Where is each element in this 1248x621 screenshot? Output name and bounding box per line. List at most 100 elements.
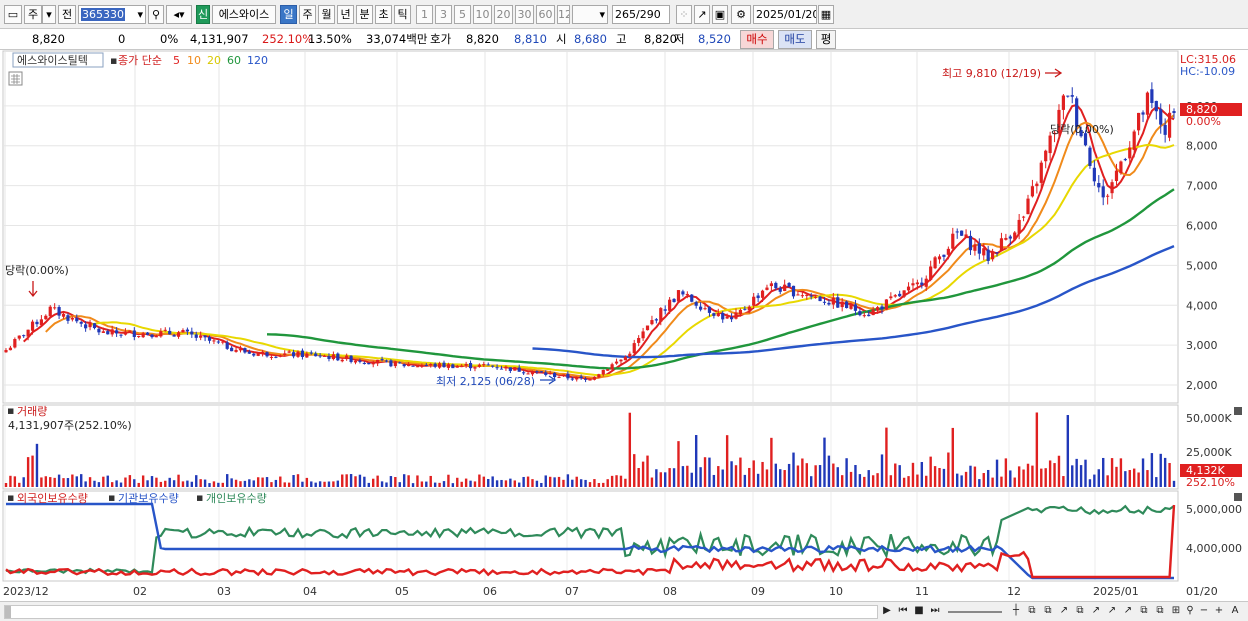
horizontal-scrollbar[interactable] xyxy=(4,605,878,619)
volume-bar xyxy=(681,466,685,487)
tab-second[interactable]: 초 xyxy=(375,5,392,24)
calendar-icon[interactable]: ▦ xyxy=(818,5,834,24)
search-icon[interactable]: ⚲ xyxy=(1184,604,1196,618)
copy-icon[interactable]: ⧉ xyxy=(1138,604,1150,618)
candle-body xyxy=(668,299,672,311)
prev-button[interactable]: 전 xyxy=(58,5,76,24)
layout-icon[interactable]: ▭ xyxy=(4,5,22,24)
candle-body xyxy=(681,291,685,295)
interval-120[interactable]: 120 xyxy=(557,5,570,24)
interval-60[interactable]: 60 xyxy=(536,5,555,24)
buy-button[interactable]: 매수 xyxy=(740,30,774,49)
scroll-thumb[interactable] xyxy=(5,606,11,618)
interval-custom[interactable]: ▾ xyxy=(572,5,608,24)
interval-20[interactable]: 20 xyxy=(494,5,513,24)
volume-bar xyxy=(181,481,185,487)
candle-body xyxy=(190,331,194,335)
dots-icon[interactable]: ⁘ xyxy=(676,5,692,24)
candle-body xyxy=(331,354,335,360)
code-input[interactable]: 365330 ▾ xyxy=(78,5,146,24)
candle-body xyxy=(1008,236,1012,239)
count-field[interactable]: 265/290 xyxy=(612,5,670,24)
candle-body xyxy=(1066,95,1070,97)
volume-bar xyxy=(947,452,950,487)
tab-month[interactable]: 월 xyxy=(318,5,335,24)
close-icon[interactable] xyxy=(1234,493,1242,501)
zoom-in-icon[interactable]: + xyxy=(1213,604,1225,618)
table-icon[interactable] xyxy=(8,71,23,86)
zoom-slider[interactable] xyxy=(948,604,1002,618)
volume-bar xyxy=(1084,459,1087,487)
copy-icon[interactable]: ⧉ xyxy=(1026,604,1038,618)
last-icon[interactable]: ⏭ xyxy=(928,604,942,618)
trend-icon[interactable]: ↗ xyxy=(1058,604,1070,618)
volume-bar xyxy=(137,482,140,487)
tab-year[interactable]: 년 xyxy=(337,5,354,24)
volume-bar xyxy=(40,477,43,487)
volume-bar xyxy=(1159,453,1162,487)
period-type-select[interactable]: 주 xyxy=(24,5,42,24)
play-icon[interactable]: ▶ xyxy=(880,604,894,618)
volume-bar xyxy=(1057,455,1061,487)
trend-icon[interactable]: ↗ xyxy=(1090,604,1102,618)
first-icon[interactable]: ⏮ xyxy=(896,604,910,618)
trend-icon[interactable]: ↗ xyxy=(1122,604,1134,618)
candle-body xyxy=(566,373,570,379)
fit-icon[interactable]: ⊞ xyxy=(1170,604,1182,618)
candle-body xyxy=(964,234,968,237)
tab-week[interactable]: 주 xyxy=(299,5,316,24)
interval-5[interactable]: 5 xyxy=(454,5,471,24)
candle-body xyxy=(650,320,654,325)
volume-bar xyxy=(911,462,915,487)
candle-body xyxy=(791,285,796,297)
stop-icon[interactable]: ■ xyxy=(912,604,926,618)
sell-button[interactable]: 매도 xyxy=(778,30,812,49)
interval-30[interactable]: 30 xyxy=(515,5,534,24)
candle-body xyxy=(287,351,291,353)
candle-body xyxy=(853,304,858,311)
candle-body xyxy=(721,312,725,320)
volume-bar xyxy=(186,480,189,487)
tab-minute[interactable]: 분 xyxy=(356,5,373,24)
quote-volume: 4,131,907 xyxy=(190,32,249,46)
candle-body xyxy=(535,371,539,373)
volume-bar xyxy=(296,474,300,487)
volume-bar xyxy=(279,476,282,487)
candle-body xyxy=(805,294,809,296)
candle-body xyxy=(123,331,128,335)
interval-1[interactable]: 1 xyxy=(416,5,433,24)
copy-icon[interactable]: ⧉ xyxy=(1074,604,1086,618)
crosshair-icon[interactable]: ┼ xyxy=(1010,604,1022,618)
volume-bar xyxy=(349,474,353,487)
volume-bar xyxy=(18,482,21,487)
volume-bar xyxy=(243,480,247,487)
chevron-down-icon[interactable]: ▾ xyxy=(42,5,56,24)
search-icon[interactable]: ⚲ xyxy=(148,5,164,24)
trend-icon[interactable]: ↗ xyxy=(1106,604,1118,618)
trend-icon[interactable]: ↗ xyxy=(694,5,710,24)
candle-body xyxy=(455,365,459,368)
gear-icon[interactable]: ⚙ xyxy=(731,5,751,24)
tab-day[interactable]: 일 xyxy=(280,5,297,24)
volume-bar xyxy=(1124,471,1127,487)
interval-3[interactable]: 3 xyxy=(435,5,452,24)
candle-body xyxy=(583,378,588,380)
auto-icon[interactable]: A xyxy=(1228,604,1242,618)
copy-icon[interactable]: ⧉ xyxy=(1042,604,1054,618)
close-icon[interactable] xyxy=(1234,407,1242,415)
date-field[interactable]: 2025/01/20 xyxy=(753,5,817,24)
interval-10[interactable]: 10 xyxy=(473,5,492,24)
candle-body xyxy=(999,238,1004,252)
zoom-out-icon[interactable]: − xyxy=(1198,604,1210,618)
flat-button[interactable]: 평 xyxy=(816,30,836,49)
candle-body xyxy=(141,333,145,338)
candle-body xyxy=(937,256,942,260)
candle-body xyxy=(898,293,902,297)
candle-body xyxy=(814,296,818,298)
save-icon[interactable]: ▣ xyxy=(712,5,728,24)
copy-icon[interactable]: ⧉ xyxy=(1154,604,1166,618)
speaker-icon[interactable]: ◂▾ xyxy=(166,5,192,24)
candle-body xyxy=(818,296,822,302)
volume-bar xyxy=(571,479,574,487)
tab-tick[interactable]: 틱 xyxy=(394,5,411,24)
